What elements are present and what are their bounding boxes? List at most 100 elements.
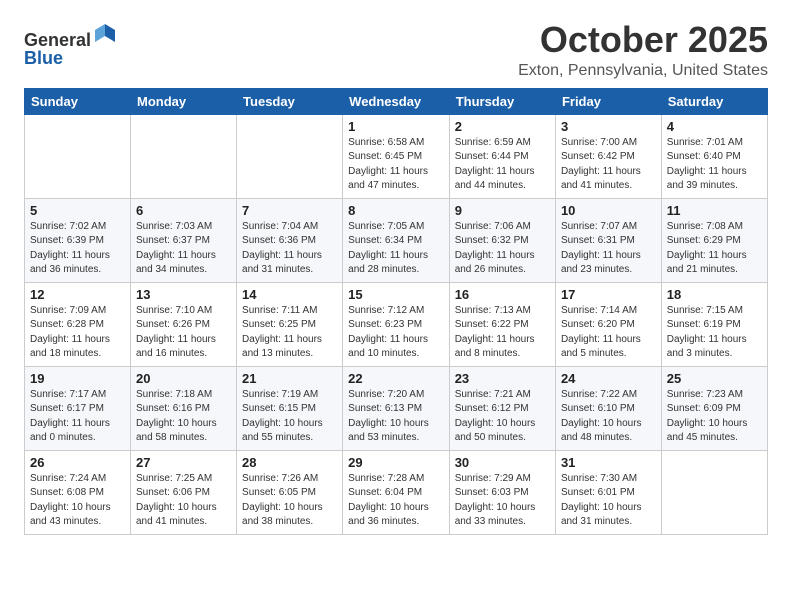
calendar-cell: 17 Sunrise: 7:14 AM Sunset: 6:20 PM Dayli…	[555, 282, 661, 366]
day-info: Sunrise: 7:12 AM Sunset: 6:23 PM Dayligh…	[348, 304, 444, 362]
day-number: 30	[455, 455, 550, 470]
calendar-cell: 9 Sunrise: 7:06 AM Sunset: 6:32 PM Daylig…	[449, 198, 555, 282]
weekday-header-friday: Friday	[555, 88, 661, 114]
calendar-cell: 28 Sunrise: 7:26 AM Sunset: 6:05 PM Dayli…	[237, 450, 343, 534]
day-info: Sunrise: 7:04 AM Sunset: 6:36 PM Dayligh…	[242, 220, 337, 278]
day-number: 14	[242, 287, 337, 302]
calendar-cell: 8 Sunrise: 7:05 AM Sunset: 6:34 PM Daylig…	[343, 198, 450, 282]
day-info: Sunrise: 7:09 AM Sunset: 6:28 PM Dayligh…	[30, 304, 125, 362]
title-area: October 2025 Exton, Pennsylvania, United…	[518, 20, 768, 80]
day-info: Sunrise: 7:18 AM Sunset: 6:16 PM Dayligh…	[136, 388, 231, 446]
weekday-header-wednesday: Wednesday	[343, 88, 450, 114]
day-number: 9	[455, 203, 550, 218]
week-row-1: 1 Sunrise: 6:58 AM Sunset: 6:45 PM Daylig…	[25, 114, 768, 198]
day-number: 25	[667, 371, 762, 386]
page-header: General Blue October 2025 Exton, Pennsyl…	[24, 20, 768, 80]
day-info: Sunrise: 7:29 AM Sunset: 6:03 PM Dayligh…	[455, 472, 550, 530]
logo-text: General	[24, 24, 117, 51]
day-info: Sunrise: 7:26 AM Sunset: 6:05 PM Dayligh…	[242, 472, 337, 530]
weekday-header-monday: Monday	[131, 88, 237, 114]
week-row-3: 12Sunrise: 7:09 AM Sunset: 6:28 PM Dayli…	[25, 282, 768, 366]
day-info: Sunrise: 7:08 AM Sunset: 6:29 PM Dayligh…	[667, 220, 762, 278]
day-info: Sunrise: 7:07 AM Sunset: 6:31 PM Dayligh…	[561, 220, 656, 278]
day-info: Sunrise: 7:24 AM Sunset: 6:08 PM Dayligh…	[30, 472, 125, 530]
day-number: 28	[242, 455, 337, 470]
calendar-cell: 7 Sunrise: 7:04 AM Sunset: 6:36 PM Daylig…	[237, 198, 343, 282]
calendar-cell: 30 Sunrise: 7:29 AM Sunset: 6:03 PM Dayli…	[449, 450, 555, 534]
day-number: 20	[136, 371, 231, 386]
calendar-cell: 6Sunrise: 7:03 AM Sunset: 6:37 PM Daylig…	[131, 198, 237, 282]
day-number: 7	[242, 203, 337, 218]
week-row-5: 26 Sunrise: 7:24 AM Sunset: 6:08 PM Dayli…	[25, 450, 768, 534]
day-number: 16	[455, 287, 550, 302]
calendar-cell: 4Sunrise: 7:01 AM Sunset: 6:40 PM Daylig…	[661, 114, 767, 198]
calendar-cell: 1 Sunrise: 6:58 AM Sunset: 6:45 PM Daylig…	[343, 114, 450, 198]
day-info: Sunrise: 7:00 AM Sunset: 6:42 PM Dayligh…	[561, 136, 656, 194]
calendar-cell: 21 Sunrise: 7:19 AM Sunset: 6:15 PM Dayli…	[237, 366, 343, 450]
calendar-cell: 2 Sunrise: 6:59 AM Sunset: 6:44 PM Daylig…	[449, 114, 555, 198]
day-number: 4	[667, 119, 762, 134]
calendar-cell: 19Sunrise: 7:17 AM Sunset: 6:17 PM Dayli…	[25, 366, 131, 450]
calendar-cell: 13Sunrise: 7:10 AM Sunset: 6:26 PM Dayli…	[131, 282, 237, 366]
location: Exton, Pennsylvania, United States	[518, 62, 768, 80]
weekday-header-row: SundayMondayTuesdayWednesdayThursdayFrid…	[25, 88, 768, 114]
day-info: Sunrise: 7:05 AM Sunset: 6:34 PM Dayligh…	[348, 220, 444, 278]
day-number: 23	[455, 371, 550, 386]
day-info: Sunrise: 6:59 AM Sunset: 6:44 PM Dayligh…	[455, 136, 550, 194]
calendar-cell	[25, 114, 131, 198]
calendar-table: SundayMondayTuesdayWednesdayThursdayFrid…	[24, 88, 768, 535]
calendar-cell: 3 Sunrise: 7:00 AM Sunset: 6:42 PM Daylig…	[555, 114, 661, 198]
calendar-cell	[131, 114, 237, 198]
day-number: 3	[561, 119, 656, 134]
day-info: Sunrise: 7:10 AM Sunset: 6:26 PM Dayligh…	[136, 304, 231, 362]
day-number: 31	[561, 455, 656, 470]
calendar-cell	[661, 450, 767, 534]
day-info: Sunrise: 7:30 AM Sunset: 6:01 PM Dayligh…	[561, 472, 656, 530]
day-info: Sunrise: 7:22 AM Sunset: 6:10 PM Dayligh…	[561, 388, 656, 446]
day-number: 26	[30, 455, 125, 470]
calendar-cell: 12Sunrise: 7:09 AM Sunset: 6:28 PM Dayli…	[25, 282, 131, 366]
day-info: Sunrise: 6:58 AM Sunset: 6:45 PM Dayligh…	[348, 136, 444, 194]
day-info: Sunrise: 7:21 AM Sunset: 6:12 PM Dayligh…	[455, 388, 550, 446]
day-number: 27	[136, 455, 231, 470]
day-number: 10	[561, 203, 656, 218]
calendar-cell: 15Sunrise: 7:12 AM Sunset: 6:23 PM Dayli…	[343, 282, 450, 366]
calendar-cell: 10 Sunrise: 7:07 AM Sunset: 6:31 PM Dayli…	[555, 198, 661, 282]
day-number: 8	[348, 203, 444, 218]
weekday-header-sunday: Sunday	[25, 88, 131, 114]
logo: General Blue	[24, 24, 117, 69]
logo-icon	[93, 22, 117, 46]
calendar-cell: 27Sunrise: 7:25 AM Sunset: 6:06 PM Dayli…	[131, 450, 237, 534]
day-number: 17	[561, 287, 656, 302]
day-number: 29	[348, 455, 444, 470]
calendar-cell: 26 Sunrise: 7:24 AM Sunset: 6:08 PM Dayli…	[25, 450, 131, 534]
weekday-header-thursday: Thursday	[449, 88, 555, 114]
calendar-cell: 29 Sunrise: 7:28 AM Sunset: 6:04 PM Dayli…	[343, 450, 450, 534]
week-row-2: 5Sunrise: 7:02 AM Sunset: 6:39 PM Daylig…	[25, 198, 768, 282]
day-number: 19	[30, 371, 125, 386]
calendar-cell: 31 Sunrise: 7:30 AM Sunset: 6:01 PM Dayli…	[555, 450, 661, 534]
day-info: Sunrise: 7:15 AM Sunset: 6:19 PM Dayligh…	[667, 304, 762, 362]
calendar-cell: 20 Sunrise: 7:18 AM Sunset: 6:16 PM Dayli…	[131, 366, 237, 450]
weekday-header-saturday: Saturday	[661, 88, 767, 114]
day-info: Sunrise: 7:14 AM Sunset: 6:20 PM Dayligh…	[561, 304, 656, 362]
day-info: Sunrise: 7:23 AM Sunset: 6:09 PM Dayligh…	[667, 388, 762, 446]
week-row-4: 19Sunrise: 7:17 AM Sunset: 6:17 PM Dayli…	[25, 366, 768, 450]
calendar-cell: 5Sunrise: 7:02 AM Sunset: 6:39 PM Daylig…	[25, 198, 131, 282]
day-info: Sunrise: 7:19 AM Sunset: 6:15 PM Dayligh…	[242, 388, 337, 446]
day-number: 24	[561, 371, 656, 386]
day-info: Sunrise: 7:02 AM Sunset: 6:39 PM Dayligh…	[30, 220, 125, 278]
day-number: 2	[455, 119, 550, 134]
month-title: October 2025	[518, 20, 768, 60]
calendar-cell: 16Sunrise: 7:13 AM Sunset: 6:22 PM Dayli…	[449, 282, 555, 366]
calendar-cell: 22 Sunrise: 7:20 AM Sunset: 6:13 PM Dayli…	[343, 366, 450, 450]
weekday-header-tuesday: Tuesday	[237, 88, 343, 114]
day-number: 1	[348, 119, 444, 134]
day-number: 22	[348, 371, 444, 386]
day-number: 21	[242, 371, 337, 386]
day-info: Sunrise: 7:20 AM Sunset: 6:13 PM Dayligh…	[348, 388, 444, 446]
day-info: Sunrise: 7:06 AM Sunset: 6:32 PM Dayligh…	[455, 220, 550, 278]
day-info: Sunrise: 7:28 AM Sunset: 6:04 PM Dayligh…	[348, 472, 444, 530]
logo-blue-label: Blue	[24, 48, 63, 68]
day-number: 11	[667, 203, 762, 218]
